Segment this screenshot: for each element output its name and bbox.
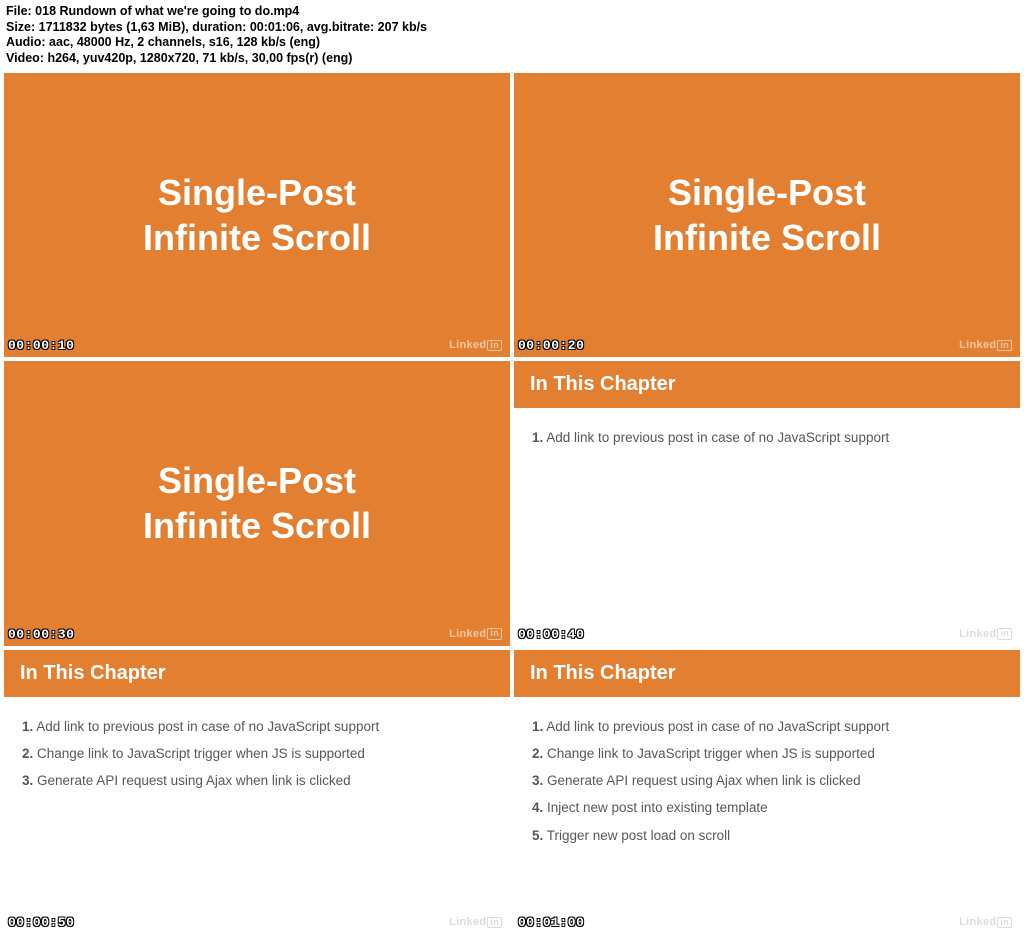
timestamp-overlay: 00:00:10 xyxy=(8,338,74,353)
watermark-box: in xyxy=(997,917,1012,928)
slide-title-line1: Single-Post xyxy=(158,172,356,213)
watermark-text: Linked xyxy=(959,628,996,640)
timestamp-overlay: 00:01:00 xyxy=(518,915,584,930)
chapter-step-text: Generate API request using Ajax when lin… xyxy=(33,773,350,788)
chapter-step-text: Add link to previous post in case of no … xyxy=(543,719,889,734)
linkedin-watermark-icon: Linkedin xyxy=(959,339,1012,351)
slide-title-line1: Single-Post xyxy=(668,172,866,213)
chapter-step: 1. Add link to previous post in case of … xyxy=(532,429,1002,447)
watermark-box: in xyxy=(997,628,1012,639)
slide-title-line2: Infinite Scroll xyxy=(143,505,371,546)
chapter-step-number: 4. xyxy=(532,800,543,815)
chapter-step-text: Add link to previous post in case of no … xyxy=(543,430,889,445)
meta-audio-line: Audio: aac, 48000 Hz, 2 channels, s16, 1… xyxy=(6,35,1018,51)
thumbnail[interactable]: Single-PostInfinite Scroll 00:00:20 Linked… xyxy=(514,73,1020,358)
timestamp-overlay: 00:00:30 xyxy=(8,627,74,642)
chapter-step-list: 1. Add link to previous post in case of … xyxy=(514,408,1020,468)
chapter-step-number: 5. xyxy=(532,828,543,843)
watermark-box: in xyxy=(487,340,502,351)
thumbnails-grid: Single-PostInfinite Scroll00:00:10Linked… xyxy=(0,73,1024,938)
linkedin-watermark-icon: Linkedin xyxy=(959,628,1012,640)
chapter-step: 1. Add link to previous post in case of … xyxy=(22,718,492,736)
watermark-text: Linked xyxy=(449,628,486,640)
chapter-header: In This Chapter xyxy=(514,650,1020,697)
meta-video-line: Video: h264, yuv420p, 1280x720, 71 kb/s,… xyxy=(6,51,1018,67)
chapter-step-number: 2. xyxy=(532,746,543,761)
chapter-step-list: 1. Add link to previous post in case of … xyxy=(514,697,1020,866)
watermark-box: in xyxy=(487,917,502,928)
chapter-step: 3. Generate API request using Ajax when … xyxy=(22,772,492,790)
thumbnail[interactable]: Single-PostInfinite Scroll 00:00:30 Linked… xyxy=(4,361,510,646)
thumbnail[interactable]: Single-PostInfinite Scroll 00:00:10 Linked… xyxy=(4,73,510,358)
thumbnail[interactable]: In This Chapter 1. Add link to previous p… xyxy=(514,650,1020,935)
chapter-slide: In This Chapter 1. Add link to previous p… xyxy=(514,361,1020,646)
chapter-header: In This Chapter xyxy=(4,650,510,697)
chapter-step: 1. Add link to previous post in case of … xyxy=(532,718,1002,736)
chapter-step-text: Add link to previous post in case of no … xyxy=(33,719,379,734)
thumbnail[interactable]: In This Chapter 1. Add link to previous p… xyxy=(4,650,510,935)
chapter-step-number: 2. xyxy=(22,746,33,761)
timestamp-overlay: 00:00:40 xyxy=(518,627,584,642)
chapter-step-number: 3. xyxy=(532,773,543,788)
chapter-slide: In This Chapter 1. Add link to previous p… xyxy=(4,650,510,935)
chapter-step: 4. Inject new post into existing templat… xyxy=(532,799,1002,817)
watermark-text: Linked xyxy=(449,339,486,351)
title-slide: Single-PostInfinite Scroll xyxy=(4,73,510,358)
watermark-text: Linked xyxy=(959,339,996,351)
chapter-step-text: Change link to JavaScript trigger when J… xyxy=(543,746,875,761)
chapter-step-text: Trigger new post load on scroll xyxy=(543,828,730,843)
file-metadata: File: 018 Rundown of what we're going to… xyxy=(0,0,1024,73)
meta-size-line: Size: 1711832 bytes (1,63 MiB), duration… xyxy=(6,20,1018,36)
chapter-step-number: 1. xyxy=(532,430,543,445)
chapter-step-number: 3. xyxy=(22,773,33,788)
chapter-step-number: 1. xyxy=(532,719,543,734)
title-slide: Single-PostInfinite Scroll xyxy=(514,73,1020,358)
slide-title: Single-PostInfinite Scroll xyxy=(143,458,371,548)
chapter-step: 5. Trigger new post load on scroll xyxy=(532,827,1002,845)
slide-title-line2: Infinite Scroll xyxy=(143,217,371,258)
watermark-box: in xyxy=(997,340,1012,351)
chapter-step-list: 1. Add link to previous post in case of … xyxy=(4,697,510,812)
chapter-step-text: Generate API request using Ajax when lin… xyxy=(543,773,860,788)
meta-file-line: File: 018 Rundown of what we're going to… xyxy=(6,4,1018,20)
slide-title: Single-PostInfinite Scroll xyxy=(143,170,371,260)
chapter-step-number: 1. xyxy=(22,719,33,734)
chapter-step: 3. Generate API request using Ajax when … xyxy=(532,772,1002,790)
linkedin-watermark-icon: Linkedin xyxy=(449,339,502,351)
slide-title-line1: Single-Post xyxy=(158,460,356,501)
chapter-slide: In This Chapter 1. Add link to previous p… xyxy=(514,650,1020,935)
title-slide: Single-PostInfinite Scroll xyxy=(4,361,510,646)
thumbnail[interactable]: In This Chapter 1. Add link to previous p… xyxy=(514,361,1020,646)
chapter-step: 2. Change link to JavaScript trigger whe… xyxy=(532,745,1002,763)
watermark-box: in xyxy=(487,628,502,639)
chapter-step: 2. Change link to JavaScript trigger whe… xyxy=(22,745,492,763)
chapter-step-text: Inject new post into existing template xyxy=(543,800,767,815)
linkedin-watermark-icon: Linkedin xyxy=(449,628,502,640)
chapter-header: In This Chapter xyxy=(514,361,1020,408)
timestamp-overlay: 00:00:50 xyxy=(8,915,74,930)
chapter-step-text: Change link to JavaScript trigger when J… xyxy=(33,746,365,761)
slide-title-line2: Infinite Scroll xyxy=(653,217,881,258)
timestamp-overlay: 00:00:20 xyxy=(518,338,584,353)
slide-title: Single-PostInfinite Scroll xyxy=(653,170,881,260)
